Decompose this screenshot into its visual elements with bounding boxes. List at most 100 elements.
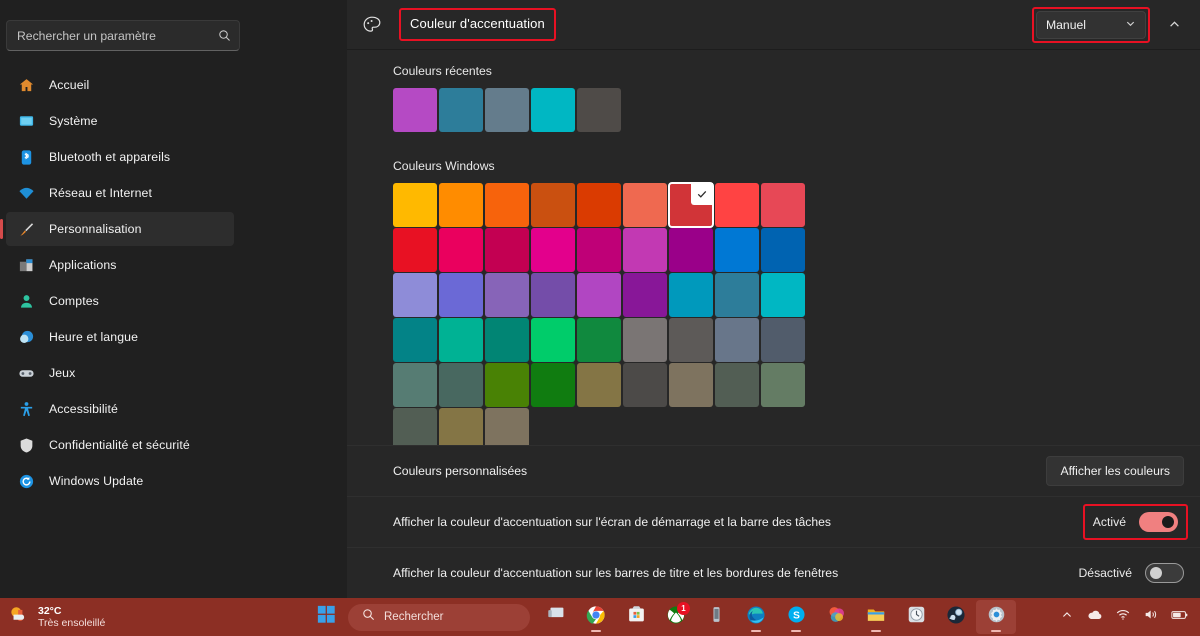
windows-color-swatch[interactable] [577,228,621,272]
windows-color-swatch[interactable] [623,228,667,272]
recent-color-swatch[interactable] [531,88,575,132]
microsoft-store-button[interactable] [616,600,656,634]
windows-color-swatch[interactable] [715,228,759,272]
windows-color-swatch[interactable] [439,318,483,362]
recent-color-swatch[interactable] [439,88,483,132]
windows-color-swatch[interactable] [577,318,621,362]
windows-color-swatch[interactable] [669,363,713,407]
windows-color-swatch[interactable] [761,228,805,272]
windows-color-swatch[interactable] [715,318,759,362]
sidebar-item-applications[interactable]: Applications [6,248,234,282]
windows-color-swatch[interactable] [623,183,667,227]
show-hidden-icons-button[interactable] [1054,602,1080,632]
windows-color-swatch[interactable] [393,228,437,272]
accent-mode-dropdown[interactable]: Manuel [1036,11,1146,39]
windows-color-swatch[interactable] [531,228,575,272]
sidebar-item-accueil[interactable]: Accueil [6,68,234,102]
windows-color-swatch[interactable] [393,363,437,407]
windows-color-swatch[interactable] [485,228,529,272]
page-title-highlight: Couleur d'accentuation [399,8,556,41]
taskbar-search-box[interactable]: Rechercher [348,604,530,631]
windows-color-swatch[interactable] [485,363,529,407]
onedrive-button[interactable] [1082,602,1108,632]
search-box[interactable] [6,20,240,51]
windows-color-swatch[interactable] [531,183,575,227]
svg-text:S: S [793,610,800,621]
titlebars-accent-toggle[interactable] [1145,563,1184,583]
windows-color-swatch[interactable] [623,273,667,317]
windows-color-swatch[interactable] [761,363,805,407]
windows-color-swatch[interactable] [577,183,621,227]
settings-button[interactable] [976,600,1016,634]
sidebar-item-windows-update[interactable]: Windows Update [6,464,234,498]
sidebar-item-heure-langue[interactable]: Heure et langue [6,320,234,354]
chrome-button[interactable] [576,600,616,634]
windows-color-swatch[interactable] [669,318,713,362]
windows-color-swatch[interactable] [531,363,575,407]
volume-button[interactable] [1138,602,1164,632]
sidebar-item-systeme[interactable]: Système [6,104,234,138]
photos-button[interactable] [816,600,856,634]
windows-color-swatch[interactable] [669,228,713,272]
battery-button[interactable] [1166,602,1192,632]
accessibility-icon [18,401,35,418]
recent-color-swatch[interactable] [393,88,437,132]
phone-link-button[interactable] [696,600,736,634]
file-explorer-button[interactable] [856,600,896,634]
weather-widget[interactable]: 32°C Très ensoleillé [0,603,300,632]
show-colors-button[interactable]: Afficher les couleurs [1046,456,1184,486]
windows-color-swatch[interactable] [715,363,759,407]
windows-color-swatch[interactable] [439,228,483,272]
windows-color-swatch[interactable] [669,273,713,317]
windows-color-swatch[interactable] [485,183,529,227]
collapse-section-button[interactable] [1160,11,1188,39]
windows-color-swatch[interactable] [577,363,621,407]
windows-color-swatch[interactable] [623,318,667,362]
shield-icon [18,437,35,454]
sidebar-item-personnalisation[interactable]: Personnalisation [6,212,234,246]
start-taskbar-accent-label: Afficher la couleur d'accentuation sur l… [393,515,831,529]
windows-color-swatch[interactable] [393,318,437,362]
accent-mode-value: Manuel [1046,18,1086,32]
edge-button[interactable] [736,600,776,634]
windows-color-swatch[interactable] [439,183,483,227]
apps-icon [18,257,35,274]
recent-color-swatch[interactable] [577,88,621,132]
windows-color-swatch[interactable] [715,273,759,317]
recent-color-swatch[interactable] [485,88,529,132]
sidebar-item-jeux[interactable]: Jeux [6,356,234,390]
sidebar-item-reseau[interactable]: Réseau et Internet [6,176,234,210]
windows-color-swatch[interactable] [715,183,759,227]
windows-color-swatch[interactable] [761,273,805,317]
steam-button[interactable] [936,600,976,634]
windows-start-button[interactable] [306,600,346,634]
battery-icon [1171,608,1188,626]
windows-color-swatch[interactable] [393,273,437,317]
windows-color-swatch[interactable] [485,273,529,317]
sidebar-item-bluetooth[interactable]: Bluetooth et appareils [6,140,234,174]
task-view-button[interactable] [536,600,576,634]
windows-color-swatch[interactable] [761,183,805,227]
xbox-button[interactable]: 1 [656,600,696,634]
wifi-button[interactable] [1110,602,1136,632]
sidebar-item-label: Personnalisation [49,222,142,236]
windows-color-swatch[interactable] [393,183,437,227]
windows-color-swatch[interactable] [531,273,575,317]
start-taskbar-accent-toggle[interactable] [1139,512,1178,532]
home-icon [18,77,35,94]
search-input[interactable] [17,29,218,43]
skype-button[interactable]: S [776,600,816,634]
windows-color-swatch[interactable] [623,363,667,407]
windows-color-swatch[interactable] [485,318,529,362]
windows-color-swatch[interactable] [439,363,483,407]
sidebar-item-comptes[interactable]: Comptes [6,284,234,318]
windows-color-swatch[interactable] [531,318,575,362]
sidebar-item-accessibilite[interactable]: Accessibilité [6,392,234,426]
windows-color-swatch[interactable] [761,318,805,362]
clock-button[interactable] [896,600,936,634]
sidebar-item-label: Applications [49,258,117,272]
sidebar-item-confidentialite[interactable]: Confidentialité et sécurité [6,428,234,462]
windows-color-swatch-selected[interactable] [669,183,713,227]
windows-color-swatch[interactable] [439,273,483,317]
windows-color-swatch[interactable] [577,273,621,317]
